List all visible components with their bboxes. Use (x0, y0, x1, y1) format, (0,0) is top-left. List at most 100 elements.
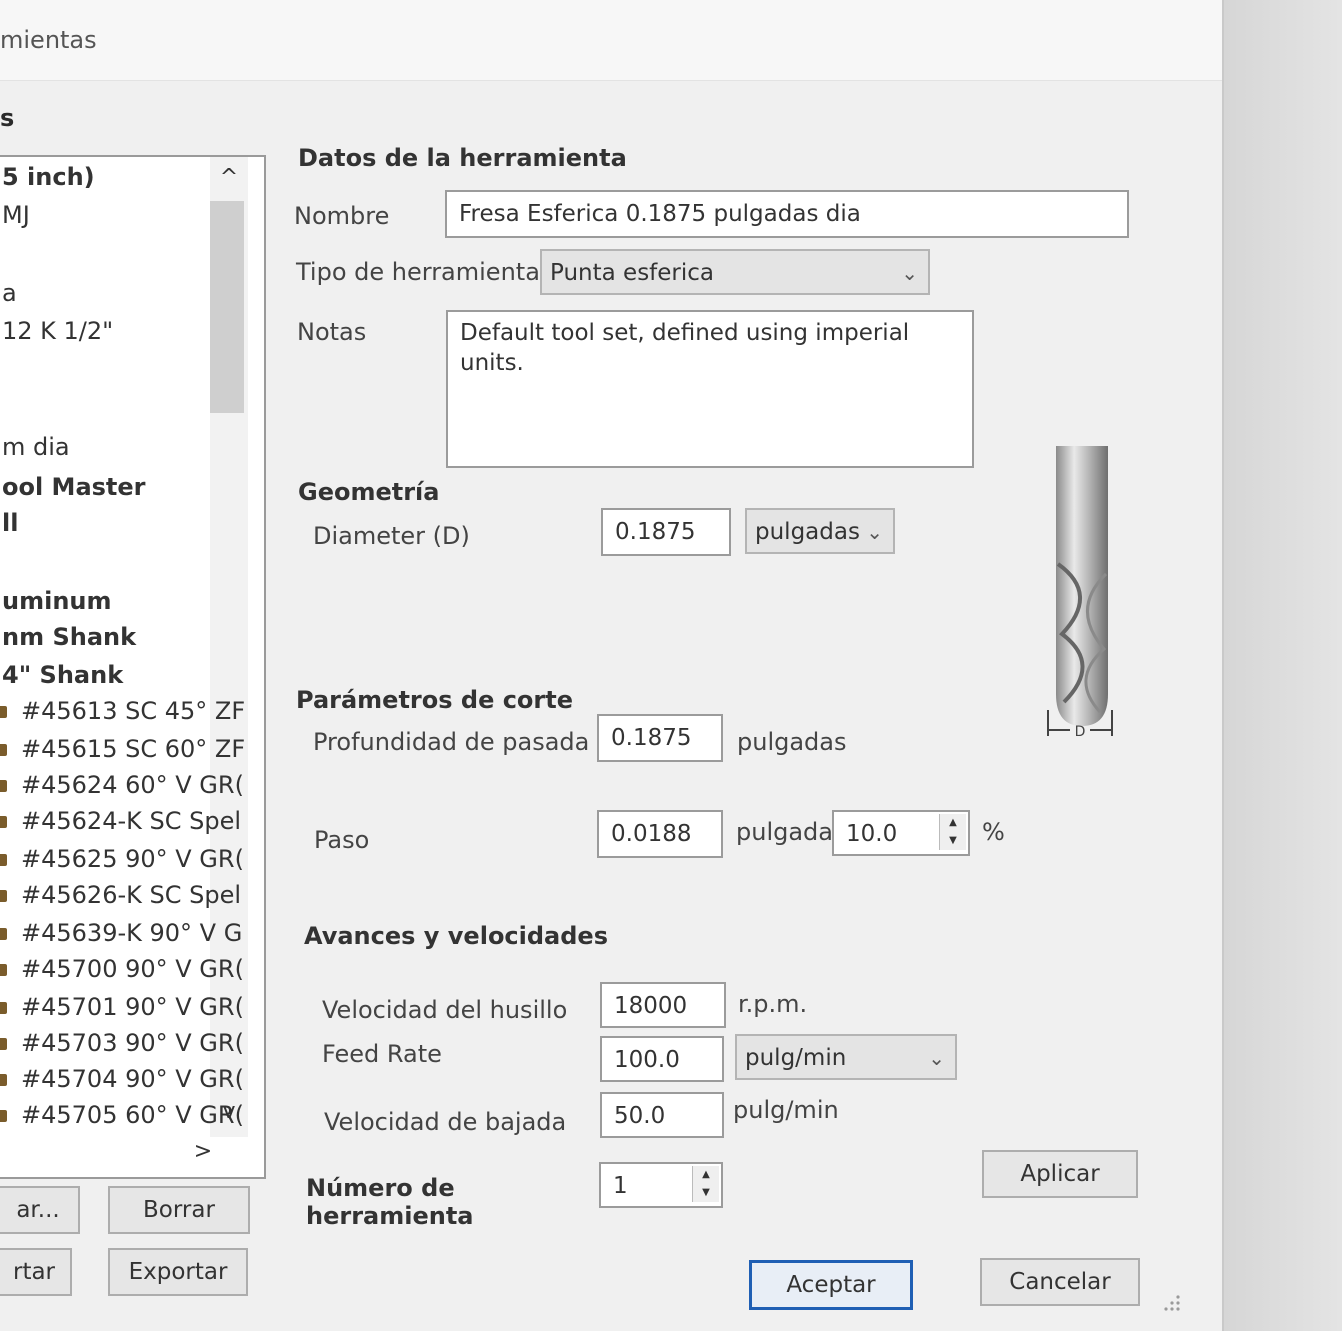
tool-icon (0, 744, 7, 756)
tool-icon (0, 780, 7, 792)
tool-list-item[interactable]: ool Master (2, 469, 146, 505)
stepover-percent-value: 10.0 (846, 821, 898, 847)
scroll-right-arrow-icon[interactable]: > (184, 1139, 222, 1164)
cutting-params-heading: Parámetros de corte (296, 686, 574, 714)
import-button[interactable]: rtar (0, 1248, 72, 1296)
tool-number-label: Número de herramienta (306, 1174, 474, 1230)
tool-list-item[interactable]: #45625 90° V GR( (0, 841, 244, 877)
tool-list-item[interactable]: MJ (2, 197, 30, 233)
tool-list-item-label: #45624 60° V GR( (21, 771, 244, 799)
tool-list-item[interactable]: #45624 60° V GR( (0, 767, 244, 803)
spindle-speed-input[interactable]: 18000 (600, 982, 726, 1028)
stepover-percent-input[interactable]: 10.0 ▲ ▼ (832, 810, 970, 856)
scroll-up-arrow-icon[interactable]: ^ (210, 165, 248, 190)
tool-list-item[interactable]: 4" Shank (2, 657, 123, 693)
tool-list-item[interactable]: ll (2, 505, 18, 541)
tool-type-value: Punta esferica (550, 260, 715, 286)
tool-list-item-label: ool Master (2, 473, 146, 501)
tool-number-input[interactable]: 1 ▲ ▼ (599, 1162, 723, 1208)
tool-icon (0, 964, 7, 976)
tool-type-select[interactable]: Punta esferica ⌄ (540, 249, 930, 295)
title-bar: mientas (0, 0, 1222, 81)
diameter-units-select[interactable]: pulgadas ⌄ (745, 508, 895, 554)
name-label: Nombre (294, 202, 390, 230)
tool-icon (0, 854, 7, 866)
tool-type-label: Tipo de herramienta (296, 258, 540, 286)
tool-list-item-label: m dia (2, 433, 70, 461)
chevron-down-icon: ⌄ (901, 261, 918, 285)
tool-icon (0, 816, 7, 828)
pass-depth-input[interactable]: 0.1875 (597, 714, 723, 762)
tool-list-item-label: uminum (2, 587, 112, 615)
tool-icon (0, 706, 7, 718)
tool-list-item-label: #45624-K SC Spel (21, 807, 242, 835)
feed-rate-units-select[interactable]: pulg/min ⌄ (735, 1034, 957, 1080)
ok-button[interactable]: Aceptar (749, 1260, 913, 1310)
tool-list-item-label: MJ (2, 201, 30, 229)
delete-button[interactable]: Borrar (108, 1186, 250, 1234)
tool-list-item[interactable]: #45626-K SC Spel (0, 877, 241, 913)
tool-list-item[interactable]: #45705 60° V GR( (0, 1097, 244, 1133)
spinner-arrows-icon[interactable]: ▲ ▼ (939, 814, 966, 850)
tool-icon (0, 1074, 7, 1086)
tool-list-item[interactable]: #45615 SC 60° ZF (0, 731, 245, 767)
spindle-speed-unit: r.p.m. (738, 990, 808, 1018)
tool-list-item[interactable]: 12 K 1/2" (2, 313, 113, 349)
diameter-units-value: pulgadas (755, 519, 860, 545)
ball-end-mill-icon: D (1047, 446, 1113, 740)
tool-list-item[interactable]: a (2, 275, 17, 311)
apply-button[interactable]: Aplicar (982, 1150, 1138, 1198)
cancel-button[interactable]: Cancelar (980, 1258, 1140, 1306)
export-button[interactable]: Exportar (108, 1248, 248, 1296)
desktop-background (1224, 0, 1342, 1331)
resize-grip-icon[interactable] (1160, 1291, 1182, 1313)
tool-list-item[interactable]: #45704 90° V GR( (0, 1061, 244, 1097)
tool-list-item-label: #45613 SC 45° ZF (21, 697, 246, 725)
tool-icon (0, 890, 7, 902)
tool-number-value: 1 (613, 1173, 628, 1199)
add-button[interactable]: ar... (0, 1186, 80, 1234)
tool-icon (0, 1110, 7, 1122)
plunge-rate-input[interactable]: 50.0 (600, 1092, 724, 1138)
scrollbar-thumb[interactable] (210, 201, 244, 413)
tool-list-item-label: 5 inch) (2, 163, 95, 191)
stepover-input[interactable]: 0.0188 (597, 810, 723, 858)
tool-list-item[interactable]: #45639-K 90° V G (0, 915, 242, 951)
tool-list-item[interactable]: 5 inch) (2, 159, 95, 195)
diameter-input[interactable]: 0.1875 (601, 508, 731, 556)
stepover-label: Paso (314, 826, 370, 854)
percent-sign: % (982, 818, 1005, 846)
tool-list-item[interactable]: #45624-K SC Spel (0, 803, 241, 839)
tool-list-item-label: #45703 90° V GR( (21, 1029, 244, 1057)
tool-list-label: s (0, 104, 15, 132)
tool-icon (0, 1038, 7, 1050)
tool-list-item[interactable]: m dia (2, 429, 70, 465)
tool-list-item-label: 12 K 1/2" (2, 317, 114, 345)
chevron-down-icon: ⌄ (866, 520, 883, 544)
spindle-speed-label: Velocidad del husillo (322, 996, 568, 1024)
spinner-arrows-icon[interactable]: ▲ ▼ (692, 1166, 719, 1202)
tool-list-item-label: ll (2, 509, 19, 537)
tool-list-item-label: #45626-K SC Spel (21, 881, 242, 909)
tool-icon (0, 1002, 7, 1014)
tool-list[interactable]: ^ v > 5 inch) MJ a 12 K 1/2" m dia ool Master… (0, 155, 266, 1179)
tool-edit-dialog: mientas s ^ v > 5 inch) MJ a 12 K 1/2" m dia… (0, 0, 1224, 1331)
chevron-down-icon: ⌄ (928, 1046, 945, 1070)
tool-list-item-label: #45700 90° V GR( (21, 955, 244, 983)
stepover-unit: pulgada (736, 818, 833, 846)
tool-icon (0, 928, 7, 940)
feed-rate-input[interactable]: 100.0 (600, 1036, 724, 1082)
tool-list-item-label: nm Shank (2, 623, 137, 651)
tool-list-item[interactable]: #45613 SC 45° ZF (0, 693, 245, 729)
tool-list-item[interactable]: #45701 90° V GR( (0, 989, 244, 1025)
tool-list-item[interactable]: uminum (2, 583, 112, 619)
tool-list-item-label: #45701 90° V GR( (21, 993, 244, 1021)
tool-list-item[interactable]: #45700 90° V GR( (0, 951, 244, 987)
pass-depth-unit: pulgadas (737, 728, 847, 756)
plunge-rate-label: Velocidad de bajada (324, 1108, 567, 1136)
notes-textarea[interactable]: Default tool set, defined using imperial… (446, 310, 974, 468)
tool-number-label-line2: herramienta (306, 1202, 474, 1230)
tool-list-item[interactable]: nm Shank (2, 619, 136, 655)
name-input[interactable]: Fresa Esferica 0.1875 pulgadas dia (445, 190, 1129, 238)
tool-list-item[interactable]: #45703 90° V GR( (0, 1025, 244, 1061)
